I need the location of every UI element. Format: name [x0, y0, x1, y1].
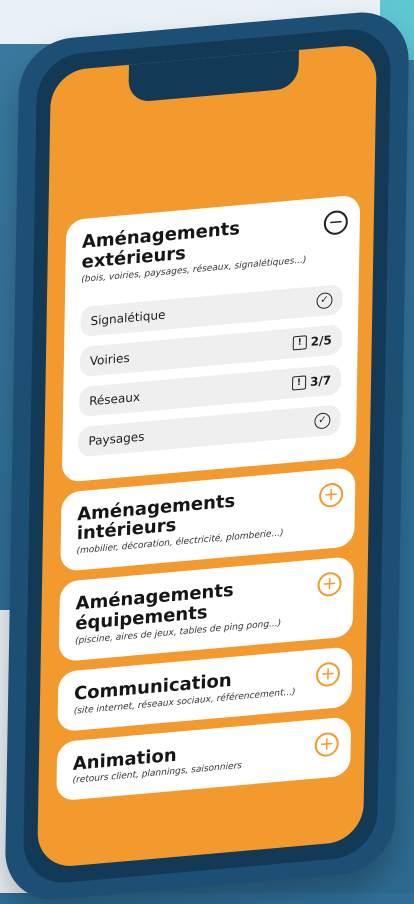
subitem-label: Réseaux — [89, 389, 141, 408]
subitem-status: ! 2/5 — [292, 332, 332, 351]
subitem-status: ! 3/7 — [291, 372, 332, 391]
phone-mockup: Aménagements extérieurs (bois, voiries, … — [0, 0, 414, 904]
plus-circle-icon[interactable]: + — [317, 571, 342, 598]
card-communication[interactable]: Communication (site internet, réseaux so… — [57, 646, 353, 732]
subitem-count: 3/7 — [309, 372, 332, 389]
info-square-icon: ! — [292, 334, 307, 351]
card-amenagements-exterieurs[interactable]: Aménagements extérieurs (bois, voiries, … — [61, 194, 361, 483]
minus-circle-icon[interactable]: − — [323, 209, 349, 236]
subitem-status: ✓ — [314, 411, 331, 430]
check-icon: ✓ — [314, 411, 331, 430]
card-amenagements-equipements[interactable]: Aménagements équipements (piscine, aires… — [58, 556, 355, 662]
check-icon: ✓ — [316, 291, 333, 309]
subitem-label: Voiries — [89, 350, 130, 368]
subitems: Signalétique ✓ Voiries ! 2/5 Réseaux ! 3… — [78, 283, 343, 457]
subitem-count: 2/5 — [310, 332, 332, 349]
card-animation[interactable]: Animation (retours client, plannings, sa… — [56, 715, 352, 802]
plus-circle-icon[interactable]: + — [315, 661, 341, 688]
phone-screen: Aménagements extérieurs (bois, voiries, … — [37, 43, 377, 869]
subitem-label: Signalétique — [90, 307, 166, 328]
category-list: Aménagements extérieurs (bois, voiries, … — [56, 194, 361, 812]
subitem-label: Paysages — [88, 429, 145, 448]
card-amenagements-interieurs[interactable]: Aménagements intérieurs (mobilier, décor… — [60, 466, 356, 573]
subitem-status: ✓ — [316, 291, 333, 309]
phone: Aménagements extérieurs (bois, voiries, … — [4, 8, 410, 904]
info-square-icon: ! — [291, 374, 307, 391]
